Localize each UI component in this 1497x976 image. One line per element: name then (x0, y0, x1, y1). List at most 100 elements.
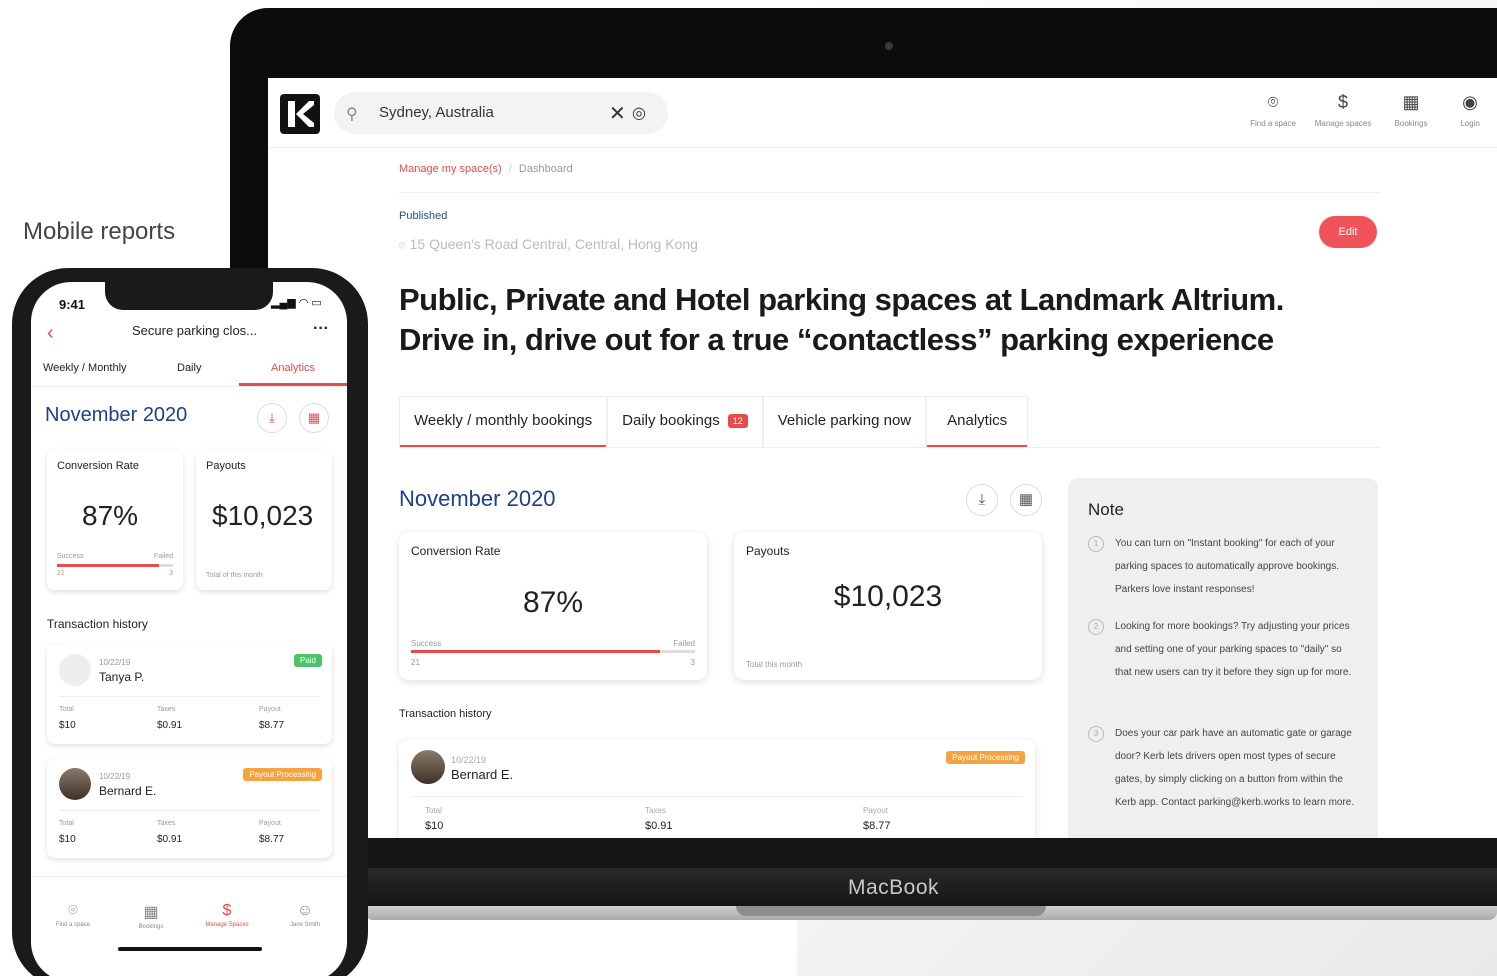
location-icon[interactable]: ◎ (632, 103, 646, 123)
total-value: $10 (59, 834, 76, 845)
tab-vehicle-parking-now[interactable]: Vehicle parking now (762, 396, 927, 448)
transaction-name: Bernard E. (451, 767, 514, 782)
divider (31, 386, 347, 387)
tab-bar: Weekly / monthly bookings Daily bookings… (399, 396, 1029, 448)
divider (59, 696, 320, 697)
calendar-icon: ▦ (307, 410, 321, 425)
nav-label: Login (1460, 119, 1480, 128)
dollar-circle-icon: $ (1337, 92, 1348, 112)
tab-daily-bookings[interactable]: Daily bookings 12 (607, 396, 763, 448)
divider (59, 810, 320, 811)
mobile-transaction-row[interactable]: 10/22/19 Tanya P. Paid Total $10 Taxes $… (47, 644, 332, 744)
map-pin-icon: ⌾ (1267, 92, 1279, 112)
avatar (411, 750, 445, 784)
mobile-tab-daily[interactable]: Daily (177, 362, 201, 374)
note-panel: Note 1 You can turn on "Instant booking"… (1068, 478, 1378, 838)
payout-label: Payout (259, 820, 281, 827)
taxes-value: $0.91 (645, 820, 673, 832)
mobile-nav-find-space[interactable]: ⌾ Find a space (43, 902, 103, 928)
status-badge: Paid (293, 654, 322, 667)
divider (31, 876, 347, 877)
mobile-download-button[interactable]: ⤓ (257, 403, 287, 433)
signal-wifi-battery-icon: ▂▄▆ ◠ ▭ (271, 297, 322, 309)
search-bar[interactable]: ⚲ Sydney, Australia ✕ ◎ (334, 92, 668, 134)
mobile-tab-weekly-monthly[interactable]: Weekly / Monthly (43, 362, 127, 374)
card-title: Payouts (206, 460, 246, 472)
payouts-value: $10,023 (833, 580, 943, 613)
breadcrumb-dashboard: Dashboard (518, 163, 573, 175)
success-count: 21 (411, 658, 420, 667)
transaction-row[interactable]: 10/22/19 Bernard E. Payout Processing To… (399, 740, 1035, 838)
status-badge: Payout Processing (946, 751, 1025, 764)
edit-button[interactable]: Edit (1319, 216, 1377, 248)
download-icon: ⤓ (269, 410, 275, 425)
failed-label: Failed (673, 639, 695, 648)
conversion-bar (57, 564, 173, 567)
success-label: Success (411, 639, 442, 648)
tab-label: Vehicle parking now (777, 412, 912, 429)
phone-notch (105, 282, 273, 310)
title-line-1: Public, Private and Hotel parking spaces… (399, 282, 1284, 317)
tab-weekly-monthly[interactable]: Weekly / monthly bookings (399, 396, 608, 448)
total-label: Total (59, 820, 74, 827)
payout-value: $8.77 (259, 720, 285, 731)
status-published: Published (399, 210, 448, 222)
note-number: 2 (1088, 619, 1104, 635)
payout-label: Payout (259, 706, 281, 713)
kerb-logo[interactable] (280, 94, 320, 134)
mobile-nav-profile[interactable]: ☺ Jane Smith (275, 902, 335, 928)
note-number: 1 (1088, 536, 1104, 552)
nav-login[interactable]: ◉ Login (1435, 92, 1497, 128)
note-text: Does your car park have an automatic gat… (1115, 728, 1355, 808)
payout-label: Payout (863, 806, 888, 815)
transaction-date: 10/22/19 (99, 658, 131, 667)
home-indicator (118, 947, 262, 951)
divider (411, 796, 1023, 797)
web-app-screen: ⚲ Sydney, Australia ✕ ◎ ⌾ Find a space $… (268, 78, 1497, 838)
note-text: Looking for more bookings? Try adjusting… (1115, 621, 1352, 678)
nav-label: Bookings (138, 924, 164, 930)
avatar-placeholder-icon (59, 654, 91, 686)
breadcrumb-separator: / (508, 163, 512, 175)
download-icon: ⤓ (978, 491, 986, 508)
nav-manage-spaces[interactable]: $ Manage spaces (1308, 92, 1378, 128)
transaction-name: Tanya P. (99, 670, 145, 684)
mobile-tab-analytics[interactable]: Analytics (271, 362, 315, 374)
nav-label: Find a space (1250, 119, 1296, 128)
nav-label: Jane Smith (289, 922, 320, 928)
payout-value: $8.77 (259, 834, 285, 845)
more-icon[interactable]: ··· (313, 320, 329, 338)
total-label: Total (59, 706, 74, 713)
breadcrumb: Manage my space(s) / Dashboard (399, 163, 573, 175)
status-badge: Payout Processing (243, 768, 322, 781)
tab-label: Daily bookings (622, 412, 720, 429)
mobile-nav-bookings[interactable]: ▦ Bookings (121, 902, 181, 930)
map-pin-icon: ⌾ (399, 240, 406, 252)
tab-label: Analytics (947, 412, 1008, 429)
breadcrumb-manage-spaces[interactable]: Manage my space(s) (399, 163, 502, 175)
calendar-icon: ▦ (143, 904, 159, 921)
laptop-brand: MacBook (848, 876, 940, 899)
tab-label: Weekly / monthly bookings (414, 412, 593, 429)
success-count: 21 (57, 570, 65, 577)
calendar-button[interactable]: ▦ (1010, 484, 1042, 516)
search-input[interactable]: Sydney, Australia (379, 104, 494, 121)
nav-label: Find a space (55, 922, 91, 928)
transaction-date: 10/22/19 (451, 755, 487, 765)
mobile-conversion-card: Conversion Rate 87% Success Failed 21 3 (47, 450, 183, 590)
laptop-notch (736, 906, 1046, 916)
back-icon[interactable]: ‹ (47, 322, 54, 345)
conversion-value: 87% (82, 500, 139, 531)
conversion-bar-fill (411, 650, 660, 653)
taxes-value: $0.91 (157, 834, 183, 845)
tab-analytics[interactable]: Analytics (926, 396, 1029, 448)
taxes-value: $0.91 (157, 720, 183, 731)
close-icon[interactable]: ✕ (609, 101, 626, 126)
nav-find-space[interactable]: ⌾ Find a space (1238, 92, 1308, 128)
mobile-nav-manage-spaces[interactable]: $ Manage Spaces (197, 902, 257, 928)
mobile-calendar-button[interactable]: ▦ (299, 403, 329, 433)
download-button[interactable]: ⤓ (966, 484, 998, 516)
search-icon: ⚲ (346, 106, 358, 123)
divider (399, 192, 1379, 193)
mobile-transaction-row[interactable]: 10/22/19 Bernard E. Payout Processing To… (47, 758, 332, 858)
